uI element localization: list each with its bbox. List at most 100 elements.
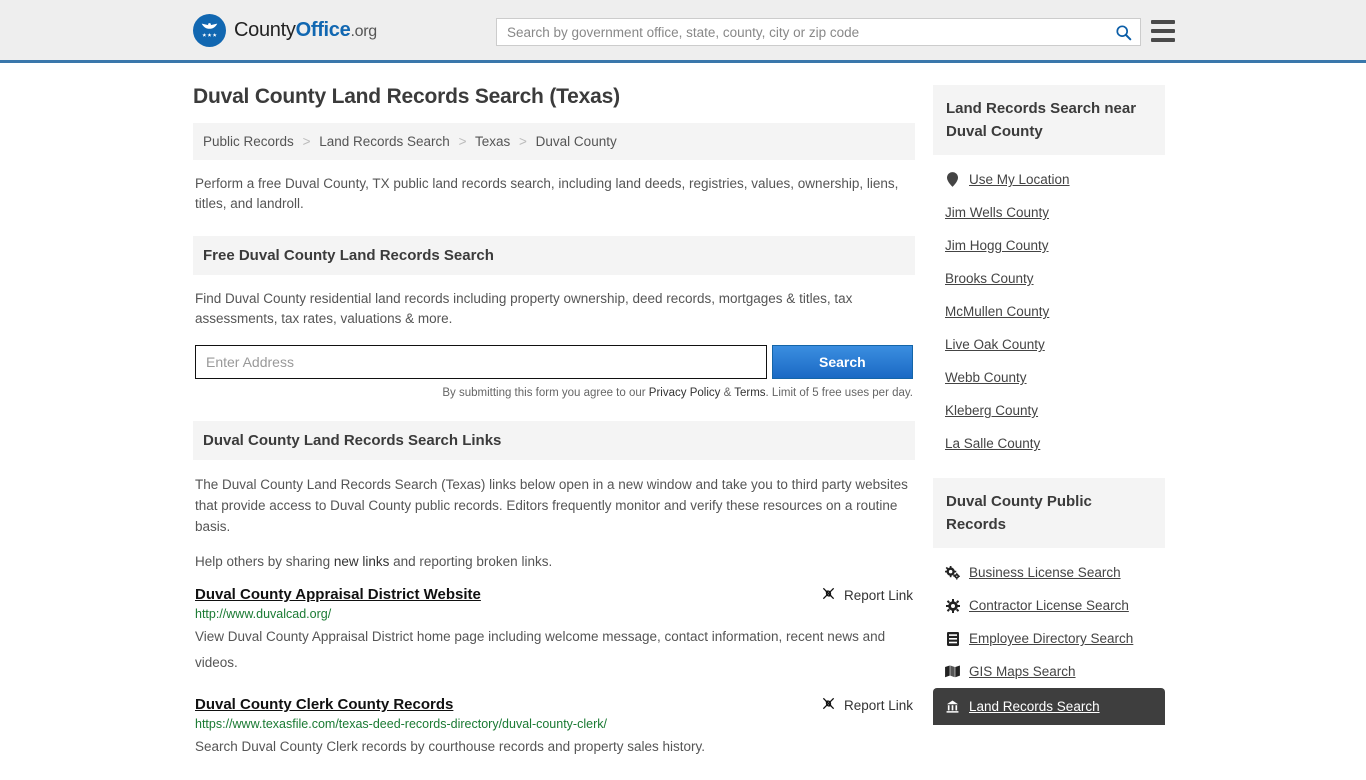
broken-link-icon bbox=[821, 696, 836, 714]
sidebar-link-label[interactable]: Business License Search bbox=[969, 565, 1121, 580]
sidebar-item-kleberg-county[interactable]: Kleberg County bbox=[945, 394, 1165, 427]
report-link-label: Report Link bbox=[843, 587, 913, 603]
link-description: Search Duval County Clerk records by cou… bbox=[195, 739, 705, 754]
sidebar-item-employee-directory-search[interactable]: Employee Directory Search bbox=[945, 622, 1165, 655]
link-description: View Duval County Appraisal District hom… bbox=[195, 629, 886, 670]
nearby-search-block: Land Records Search near Duval County Us… bbox=[933, 85, 1165, 460]
address-input[interactable] bbox=[195, 345, 767, 379]
breadcrumb-separator: > bbox=[302, 134, 311, 149]
gear-icon bbox=[945, 598, 960, 613]
broken-link-icon bbox=[821, 586, 836, 604]
help-suffix: and reporting broken links. bbox=[389, 554, 553, 569]
hamburger-bar bbox=[1151, 38, 1175, 42]
report-link-button[interactable]: Report Link bbox=[809, 696, 913, 714]
sidebar-link-label[interactable]: Brooks County bbox=[945, 271, 1034, 286]
free-search-heading: Free Duval County Land Records Search bbox=[193, 236, 915, 275]
link-item: Duval County Clerk County Records Report… bbox=[195, 696, 913, 760]
logo-text: CountyOffice.org bbox=[234, 19, 377, 42]
main-column: Duval County Land Records Search (Texas)… bbox=[193, 85, 915, 780]
sidebar-item-live-oak-county[interactable]: Live Oak County bbox=[945, 328, 1165, 361]
landmark-icon bbox=[945, 700, 960, 713]
sidebar-item-business-license-search[interactable]: Business License Search bbox=[945, 556, 1165, 589]
hamburger-bar bbox=[1151, 20, 1175, 24]
sidebar-link-label[interactable]: Contractor License Search bbox=[969, 598, 1129, 613]
logo-text-county: County bbox=[234, 18, 296, 41]
links-section-paragraph: The Duval County Land Records Search (Te… bbox=[195, 477, 908, 534]
report-link-button[interactable]: Report Link bbox=[809, 586, 913, 604]
links-section-body: The Duval County Land Records Search (Te… bbox=[193, 460, 915, 760]
sidebar-link-label[interactable]: McMullen County bbox=[945, 304, 1049, 319]
new-links-link[interactable]: new links bbox=[334, 554, 390, 569]
sidebar-link-label[interactable]: Jim Wells County bbox=[945, 205, 1049, 220]
sidebar-link-label[interactable]: Use My Location bbox=[969, 172, 1070, 187]
intro-paragraph: Perform a free Duval County, TX public l… bbox=[195, 176, 899, 211]
sidebar-link-label[interactable]: GIS Maps Search bbox=[969, 664, 1076, 679]
address-search-form: Search bbox=[195, 345, 913, 379]
header-search-input[interactable] bbox=[497, 24, 1106, 40]
sidebar-item-gis-maps-search[interactable]: GIS Maps Search bbox=[945, 655, 1165, 688]
sidebar-item-brooks-county[interactable]: Brooks County bbox=[945, 262, 1165, 295]
breadcrumb-item-land-records-search[interactable]: Land Records Search bbox=[319, 134, 450, 149]
links-help-line: Help others by sharing new links and rep… bbox=[195, 551, 913, 572]
sidebar-link-label[interactable]: La Salle County bbox=[945, 436, 1040, 451]
legal-prefix: By submitting this form you agree to our bbox=[442, 387, 649, 399]
breadcrumb: Public Records > Land Records Search > T… bbox=[193, 123, 915, 160]
id-card-icon bbox=[945, 631, 960, 646]
free-search-body: Find Duval County residential land recor… bbox=[193, 275, 915, 399]
search-icon[interactable] bbox=[1106, 19, 1140, 45]
sidebar-link-label[interactable]: Employee Directory Search bbox=[969, 631, 1133, 646]
sidebar: Land Records Search near Duval County Us… bbox=[933, 85, 1165, 780]
logo-text-office: Office bbox=[295, 18, 351, 41]
terms-link[interactable]: Terms bbox=[734, 387, 765, 399]
sidebar-item-contractor-license-search[interactable]: Contractor License Search bbox=[945, 589, 1165, 622]
hamburger-menu-icon[interactable] bbox=[1151, 20, 1175, 42]
link-url[interactable]: https://www.texasfile.com/texas-deed-rec… bbox=[195, 717, 913, 731]
address-search-button[interactable]: Search bbox=[771, 345, 913, 379]
breadcrumb-item-public-records[interactable]: Public Records bbox=[203, 134, 294, 149]
link-title[interactable]: Duval County Clerk County Records bbox=[195, 696, 453, 713]
breadcrumb-item-texas[interactable]: Texas bbox=[475, 134, 510, 149]
sidebar-link-label[interactable]: Webb County bbox=[945, 370, 1027, 385]
sidebar-link-label[interactable]: Jim Hogg County bbox=[945, 238, 1049, 253]
sidebar-item-jim-hogg-county[interactable]: Jim Hogg County bbox=[945, 229, 1165, 262]
link-item-header: Duval County Clerk County Records Report… bbox=[195, 696, 913, 714]
sidebar-item-webb-county[interactable]: Webb County bbox=[945, 361, 1165, 394]
site-logo[interactable]: CountyOffice.org bbox=[193, 13, 377, 47]
page-body: Duval County Land Records Search (Texas)… bbox=[0, 63, 1366, 780]
nearby-heading: Land Records Search near Duval County bbox=[933, 85, 1165, 155]
logo-text-org: .org bbox=[350, 22, 377, 40]
sidebar-item-land-records-search[interactable]: Land Records Search bbox=[933, 688, 1165, 725]
public-records-block: Duval County Public Records Business Lic… bbox=[933, 478, 1165, 725]
breadcrumb-item-duval-county[interactable]: Duval County bbox=[536, 134, 617, 149]
content-container: Duval County Land Records Search (Texas)… bbox=[193, 63, 1173, 780]
links-section-heading: Duval County Land Records Search Links bbox=[193, 421, 915, 460]
link-url[interactable]: http://www.duvalcad.org/ bbox=[195, 607, 913, 621]
nearby-list: Use My Location Jim Wells County Jim Hog… bbox=[933, 155, 1165, 460]
privacy-policy-link[interactable]: Privacy Policy bbox=[649, 387, 721, 399]
sidebar-item-mcmullen-county[interactable]: McMullen County bbox=[945, 295, 1165, 328]
link-item: Duval County Appraisal District Website bbox=[195, 586, 913, 676]
eagle-seal-icon bbox=[193, 13, 226, 47]
page-title: Duval County Land Records Search (Texas) bbox=[193, 85, 620, 108]
free-search-description: Find Duval County residential land recor… bbox=[195, 291, 853, 326]
breadcrumb-separator: > bbox=[519, 134, 527, 149]
sidebar-link-label[interactable]: Land Records Search bbox=[969, 699, 1100, 714]
sidebar-item-use-my-location[interactable]: Use My Location bbox=[945, 163, 1165, 196]
public-records-heading: Duval County Public Records bbox=[933, 478, 1165, 548]
map-pin-icon bbox=[945, 172, 960, 187]
hamburger-bar bbox=[1151, 29, 1175, 33]
public-records-list: Business License Search Contractor Licen… bbox=[933, 548, 1165, 725]
link-title[interactable]: Duval County Appraisal District Website bbox=[195, 586, 481, 603]
sidebar-link-label[interactable]: Live Oak County bbox=[945, 337, 1045, 352]
sidebar-link-label[interactable]: Kleberg County bbox=[945, 403, 1038, 418]
header-search-box[interactable] bbox=[496, 18, 1141, 46]
cogs-icon bbox=[945, 565, 960, 580]
breadcrumb-separator: > bbox=[458, 134, 467, 149]
site-header: CountyOffice.org bbox=[0, 0, 1366, 63]
sidebar-item-jim-wells-county[interactable]: Jim Wells County bbox=[945, 196, 1165, 229]
sidebar-item-la-salle-county[interactable]: La Salle County bbox=[945, 427, 1165, 460]
report-link-label: Report Link bbox=[843, 697, 913, 713]
form-legal-text: By submitting this form you agree to our… bbox=[195, 387, 913, 399]
legal-suffix: . Limit of 5 free uses per day. bbox=[765, 387, 913, 399]
map-icon bbox=[945, 665, 960, 678]
